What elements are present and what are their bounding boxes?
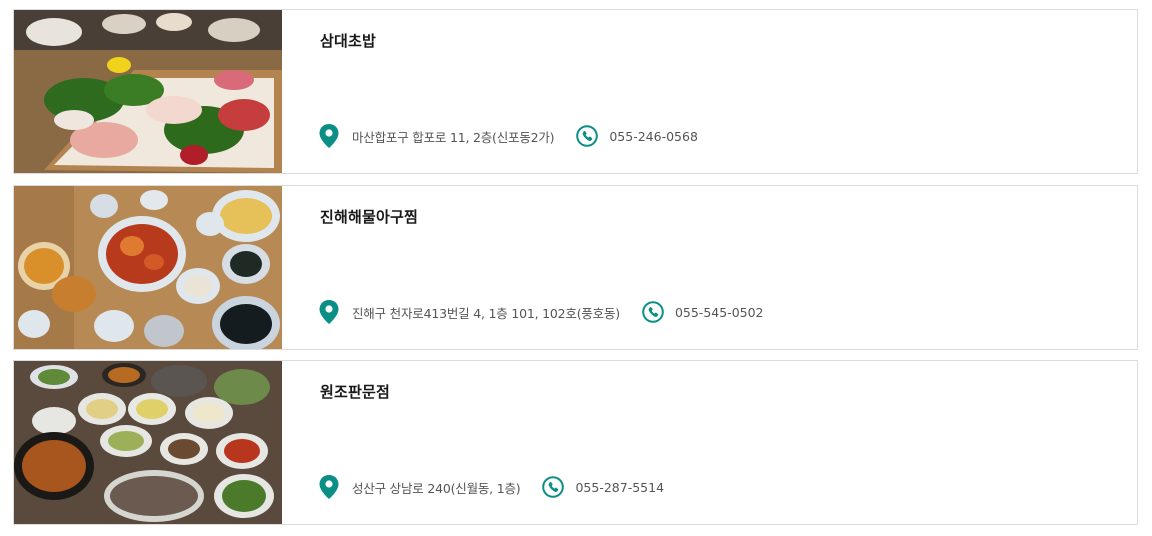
location-pin-icon <box>319 475 339 499</box>
restaurant-name[interactable]: 진해해물아구찜 <box>320 206 418 227</box>
restaurant-phone[interactable]: 055-246-0568 <box>609 129 698 144</box>
braised-monkfish-table-image <box>14 186 282 349</box>
restaurant-photo[interactable] <box>14 186 282 349</box>
restaurant-info-row: 성산구 상남로 240(신월동, 1층) 055-287-5514 <box>319 475 664 499</box>
restaurant-address: 성산구 상남로 240(신월동, 1층) <box>352 480 521 496</box>
restaurant-address: 마산합포구 합포로 11, 2층(신포동2가) <box>352 129 555 145</box>
restaurant-card[interactable]: 진해해물아구찜 진해구 천자로413번길 4, 1층 101, 102호(풍호동… <box>13 185 1138 350</box>
restaurant-list: 삼대초밥 마산합포구 합포로 11, 2층(신포동2가) 055-246-056… <box>13 9 1138 536</box>
restaurant-phone[interactable]: 055-287-5514 <box>575 480 664 495</box>
restaurant-name[interactable]: 삼대초밥 <box>320 30 376 51</box>
restaurant-address: 진해구 천자로413번길 4, 1층 101, 102호(풍호동) <box>352 305 620 321</box>
restaurant-phone[interactable]: 055-545-0502 <box>675 305 764 320</box>
location-pin-icon <box>319 124 339 148</box>
korean-side-dishes-table-image <box>14 361 282 524</box>
phone-icon <box>642 301 664 323</box>
restaurant-photo[interactable] <box>14 10 282 173</box>
restaurant-name[interactable]: 원조판문점 <box>320 381 390 402</box>
restaurant-card[interactable]: 원조판문점 성산구 상남로 240(신월동, 1층) 055-287-5514 <box>13 360 1138 525</box>
restaurant-photo[interactable] <box>14 361 282 524</box>
restaurant-card[interactable]: 삼대초밥 마산합포구 합포로 11, 2층(신포동2가) 055-246-056… <box>13 9 1138 174</box>
phone-icon <box>576 125 599 147</box>
restaurant-info-row: 진해구 천자로413번길 4, 1층 101, 102호(풍호동) 055-54… <box>319 300 764 324</box>
restaurant-info-row: 마산합포구 합포로 11, 2층(신포동2가) 055-246-0568 <box>319 124 698 148</box>
sashimi-platter-image <box>14 10 282 173</box>
phone-icon <box>542 476 565 498</box>
location-pin-icon <box>319 300 339 324</box>
